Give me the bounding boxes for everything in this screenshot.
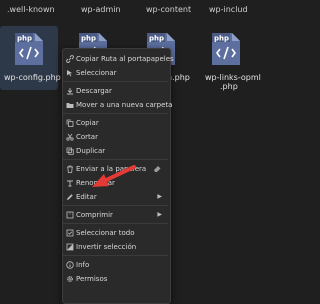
red-arrow-pointer-icon xyxy=(92,165,136,187)
php-badge: php xyxy=(81,35,96,43)
php-badge: php xyxy=(17,35,32,43)
gear-icon xyxy=(67,276,73,282)
folder-label-well-known[interactable]: .well-known xyxy=(7,5,55,14)
trash-icon xyxy=(67,165,73,173)
folder-label-wp-content[interactable]: wp-content xyxy=(146,5,191,14)
php-file-icon[interactable]: php xyxy=(211,32,253,65)
menu-item-invert-selection[interactable]: Invertir selección xyxy=(63,241,168,253)
menu-divider xyxy=(63,81,168,82)
menu-item-cut[interactable]: Cortar xyxy=(63,131,168,143)
file-name-wp-config[interactable]: wp-config.php xyxy=(4,73,61,82)
menu-item-label: Permisos xyxy=(76,275,108,283)
menu-item-compress[interactable]: Comprimir ▶ xyxy=(63,209,168,221)
move-folder-icon xyxy=(66,103,74,108)
folder-label-wp-admin[interactable]: wp-admin xyxy=(81,5,121,14)
menu-divider xyxy=(63,159,168,160)
menu-divider xyxy=(63,113,168,114)
php-badge: php xyxy=(214,35,229,43)
menu-item-label: Invertir selección xyxy=(76,243,137,251)
menu-item-label: Comprimir xyxy=(76,211,113,219)
scissors-icon xyxy=(66,133,74,141)
menu-item-label: Info xyxy=(76,261,90,269)
copy-icon xyxy=(66,119,74,127)
menu-item-edit[interactable]: Editar ▶ xyxy=(63,191,168,203)
file-name-wp-links-opml-ext[interactable]: .php xyxy=(220,82,238,91)
php-badge: php xyxy=(149,35,164,43)
menu-divider xyxy=(63,223,168,224)
menu-item-label: Editar xyxy=(76,193,97,201)
link-icon xyxy=(66,55,74,63)
menu-item-label: Mover a una nueva carpeta xyxy=(76,101,173,109)
menu-item-copy[interactable]: Copiar xyxy=(63,117,168,129)
menu-divider xyxy=(63,205,168,206)
file-name-wp-links-opml[interactable]: wp-links-opml xyxy=(205,73,261,82)
duplicate-icon xyxy=(66,147,74,155)
menu-item-label: Copiar xyxy=(76,119,99,127)
compress-icon xyxy=(66,211,74,219)
menu-item-download[interactable]: Descargar xyxy=(63,85,168,97)
download-icon xyxy=(67,88,73,95)
menu-item-permissions[interactable]: Permisos xyxy=(63,273,168,285)
folder-label-wp-includes[interactable]: wp-includ xyxy=(209,5,248,14)
menu-item-label: Seleccionar todo xyxy=(76,229,135,237)
menu-item-info[interactable]: Info xyxy=(63,259,168,271)
menu-item-label: Cortar xyxy=(76,133,98,141)
menu-item-label: Descargar xyxy=(76,87,112,95)
submenu-arrow-icon: ▶ xyxy=(157,193,162,200)
menu-item-label: Copiar Ruta al portapapeles xyxy=(76,55,174,63)
menu-item-move-to-new-folder[interactable]: Mover a una nueva carpeta xyxy=(63,99,172,111)
submenu-arrow-icon: ▶ xyxy=(157,211,162,218)
menu-item-select[interactable]: Seleccionar xyxy=(63,67,168,79)
select-all-icon xyxy=(66,229,74,237)
menu-item-select-all[interactable]: Seleccionar todo xyxy=(63,227,168,239)
menu-item-duplicate[interactable]: Duplicar xyxy=(63,145,168,157)
select-icon xyxy=(67,70,72,77)
menu-divider xyxy=(63,255,168,256)
eraser-icon xyxy=(154,166,161,172)
menu-item-label: Duplicar xyxy=(76,147,106,155)
pencil-icon xyxy=(67,194,73,200)
php-file-icon[interactable]: php xyxy=(14,32,56,65)
rename-icon xyxy=(67,180,73,187)
menu-item-copy-path[interactable]: Copiar Ruta al portapapeles xyxy=(63,53,174,65)
info-icon xyxy=(66,261,74,269)
menu-item-label: Seleccionar xyxy=(76,69,117,77)
invert-selection-icon xyxy=(66,243,74,251)
